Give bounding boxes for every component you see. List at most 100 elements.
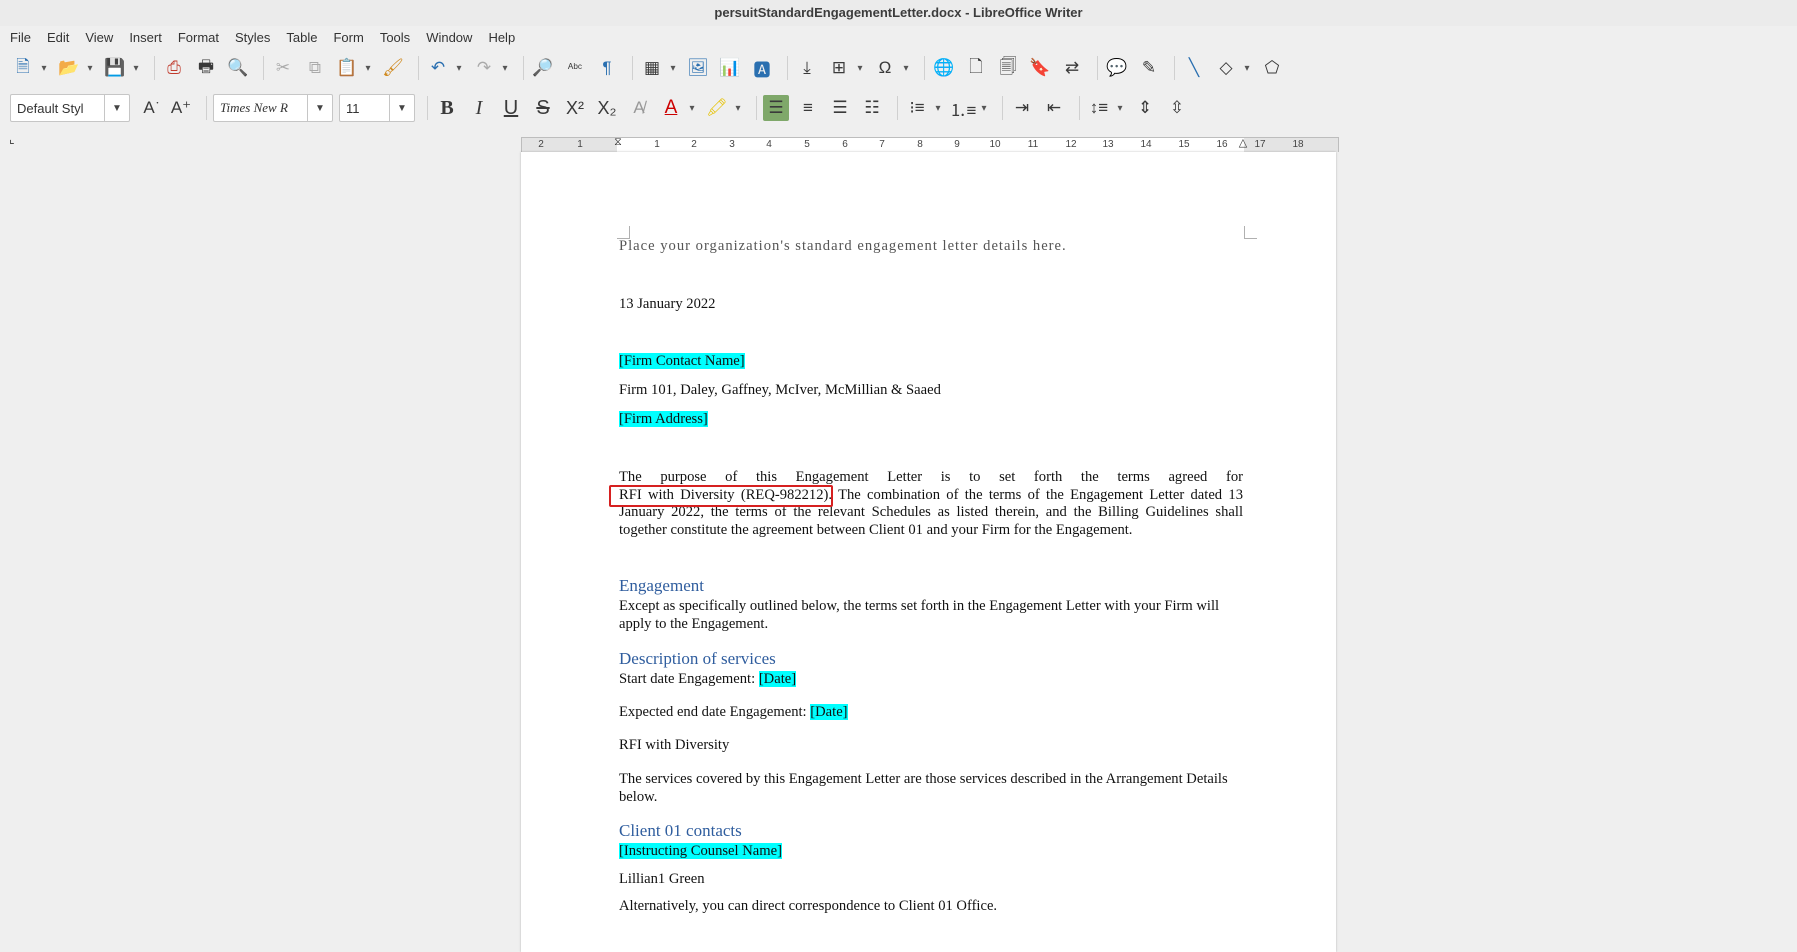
font-name-value[interactable]: Times New R [214, 100, 307, 116]
paragraph-spacing-increase-icon[interactable]: ⇕ [1132, 95, 1158, 121]
menu-format[interactable]: Format [176, 28, 229, 47]
new-dropdown-arrow-icon[interactable]: ▾ [38, 55, 50, 81]
paragraph-spacing-decrease-icon[interactable]: ⇳ [1164, 95, 1190, 121]
font-size-combo[interactable]: 11 ▼ [339, 94, 415, 122]
bold-icon[interactable]: B [434, 95, 460, 121]
numbering-dropdown-arrow-icon[interactable]: ▾ [978, 95, 990, 121]
font-name-combo[interactable]: Times New R ▼ [213, 94, 333, 122]
open-dropdown-arrow-icon[interactable]: ▾ [84, 55, 96, 81]
save-dropdown-arrow-icon[interactable]: ▾ [130, 55, 142, 81]
start-date-field[interactable]: [Date] [758, 671, 797, 687]
spelling-icon[interactable]: ᴬᵇᶜ [562, 55, 588, 81]
start-date-paragraph[interactable]: Start date Engagement: [Date] [619, 671, 1243, 689]
firm-line[interactable]: Firm 101, Daley, Gaffney, McIver, McMill… [619, 382, 1243, 400]
subscript-icon[interactable]: X₂ [594, 95, 620, 121]
shapes-dropdown-arrow-icon[interactable]: ▾ [1241, 55, 1253, 81]
italic-icon[interactable]: I [466, 95, 492, 121]
placeholder-line[interactable]: Place your organization's standard engag… [619, 238, 1243, 256]
justify-icon[interactable]: ☷ [859, 95, 885, 121]
special-char-dropdown-arrow-icon[interactable]: ▾ [900, 55, 912, 81]
strikethrough-icon[interactable]: S [530, 95, 556, 121]
footnote-icon[interactable]: 🗋 [963, 55, 989, 81]
font-color-dropdown-arrow-icon[interactable]: ▾ [686, 95, 698, 121]
highlight-dropdown-arrow-icon[interactable]: ▾ [732, 95, 744, 121]
align-right-icon[interactable]: ☰ [827, 95, 853, 121]
letter-date[interactable]: 13 January 2022 [619, 296, 1243, 314]
table-dropdown-arrow-icon[interactable]: ▾ [667, 55, 679, 81]
menu-window[interactable]: Window [424, 28, 482, 47]
instructing-counsel-field[interactable]: [Instructing Counsel Name] [619, 843, 782, 859]
bookmark-icon[interactable]: 🔖 [1027, 55, 1053, 81]
bullets-dropdown-arrow-icon[interactable]: ▾ [932, 95, 944, 121]
firm-contact-name-field[interactable]: [Firm Contact Name] [619, 353, 745, 369]
menu-tools[interactable]: Tools [378, 28, 420, 47]
horizontal-ruler[interactable]: 2 1 1 2 3 4 5 6 7 8 9 10 11 12 13 14 15 … [521, 136, 1339, 153]
right-indent-marker-icon[interactable]: △ [1239, 136, 1247, 149]
heading-engagement[interactable]: Engagement [619, 577, 1243, 595]
underline-icon[interactable]: U [498, 95, 524, 121]
save-icon[interactable]: 💾 [102, 55, 128, 81]
align-center-icon[interactable]: ≡ [795, 95, 821, 121]
document-page[interactable]: Place your organization's standard engag… [521, 152, 1336, 952]
menu-styles[interactable]: Styles [233, 28, 280, 47]
font-size-value[interactable]: 11 [340, 101, 389, 116]
tab-stop-icon[interactable]: ⌞ [9, 132, 15, 146]
firm-address-paragraph[interactable]: [Firm Address] [619, 411, 1243, 429]
redo-dropdown-arrow-icon[interactable]: ▾ [499, 55, 511, 81]
paste-icon[interactable]: 📋 [334, 55, 360, 81]
end-date-paragraph[interactable]: Expected end date Engagement: [Date] [619, 704, 1243, 722]
insert-table-icon[interactable]: ▦ [639, 55, 665, 81]
menu-file[interactable]: File [8, 28, 41, 47]
page-break-icon[interactable]: ⤓ [794, 55, 820, 81]
line-spacing-icon[interactable]: ↕≡ [1086, 95, 1112, 121]
undo-icon[interactable]: ↶ [425, 55, 451, 81]
cut-icon[interactable]: ✂ [270, 55, 296, 81]
paragraph-style-value[interactable]: Default Styl [11, 101, 104, 116]
highlight-icon[interactable]: 🖍 [704, 95, 730, 121]
field-dropdown-arrow-icon[interactable]: ▾ [854, 55, 866, 81]
decrease-indent-icon[interactable]: ⇤ [1041, 95, 1067, 121]
menu-edit[interactable]: Edit [45, 28, 79, 47]
insert-field-icon[interactable]: ⊞ [826, 55, 852, 81]
update-style-icon[interactable]: A͘ [136, 95, 162, 121]
menu-insert[interactable]: Insert [127, 28, 172, 47]
document-area[interactable]: Place your organization's standard engag… [0, 152, 1797, 952]
menu-form[interactable]: Form [331, 28, 373, 47]
clear-formatting-icon[interactable]: A̸ [626, 95, 652, 121]
hyperlink-icon[interactable]: 🌐 [931, 55, 957, 81]
find-replace-icon[interactable]: 🔎 [530, 55, 556, 81]
endnote-icon[interactable]: 🗐 [995, 55, 1021, 81]
special-character-icon[interactable]: Ω [872, 55, 898, 81]
menu-table[interactable]: Table [284, 28, 327, 47]
services-text[interactable]: The services covered by this Engagement … [619, 771, 1243, 806]
insert-image-icon[interactable]: 🖼 [685, 55, 711, 81]
chevron-down-icon[interactable]: ▼ [307, 95, 332, 121]
heading-description-of-services[interactable]: Description of services [619, 650, 1243, 668]
menu-help[interactable]: Help [486, 28, 525, 47]
purpose-selected-text[interactable]: RFI with Diversity (REQ-982212). [619, 487, 832, 503]
basic-shapes-icon[interactable]: ◇ [1213, 55, 1239, 81]
chevron-down-icon[interactable]: ▼ [104, 95, 129, 121]
increase-indent-icon[interactable]: ⇥ [1009, 95, 1035, 121]
menu-view[interactable]: View [83, 28, 123, 47]
print-preview-icon[interactable]: 🔍 [225, 55, 251, 81]
chevron-down-icon[interactable]: ▼ [389, 95, 414, 121]
export-pdf-icon[interactable]: ⎙ [161, 55, 187, 81]
new-document-icon[interactable]: 🗎 [10, 55, 36, 81]
firm-contact-name-paragraph[interactable]: [Firm Contact Name] [619, 353, 1243, 371]
print-icon[interactable]: 🖶 [193, 55, 219, 81]
copy-icon[interactable]: ⧉ [302, 55, 328, 81]
numbering-icon[interactable]: ⒈≡ [950, 95, 977, 121]
superscript-icon[interactable]: X² [562, 95, 588, 121]
clone-formatting-icon[interactable]: 🖌 [380, 55, 406, 81]
contact-name[interactable]: Lillian1 Green [619, 871, 1243, 889]
alt-correspondence[interactable]: Alternatively, you can direct correspond… [619, 898, 1243, 916]
insert-textbox-icon[interactable]: 🅰 [749, 55, 775, 81]
service-name[interactable]: RFI with Diversity [619, 737, 1243, 755]
undo-dropdown-arrow-icon[interactable]: ▾ [453, 55, 465, 81]
font-color-icon[interactable]: A [658, 95, 684, 121]
left-indent-marker-icon[interactable]: ⧖ [614, 136, 622, 149]
redo-icon[interactable]: ↷ [471, 55, 497, 81]
instructing-counsel-paragraph[interactable]: [Instructing Counsel Name] [619, 843, 1243, 861]
draw-functions-icon[interactable]: ⬠ [1259, 55, 1285, 81]
